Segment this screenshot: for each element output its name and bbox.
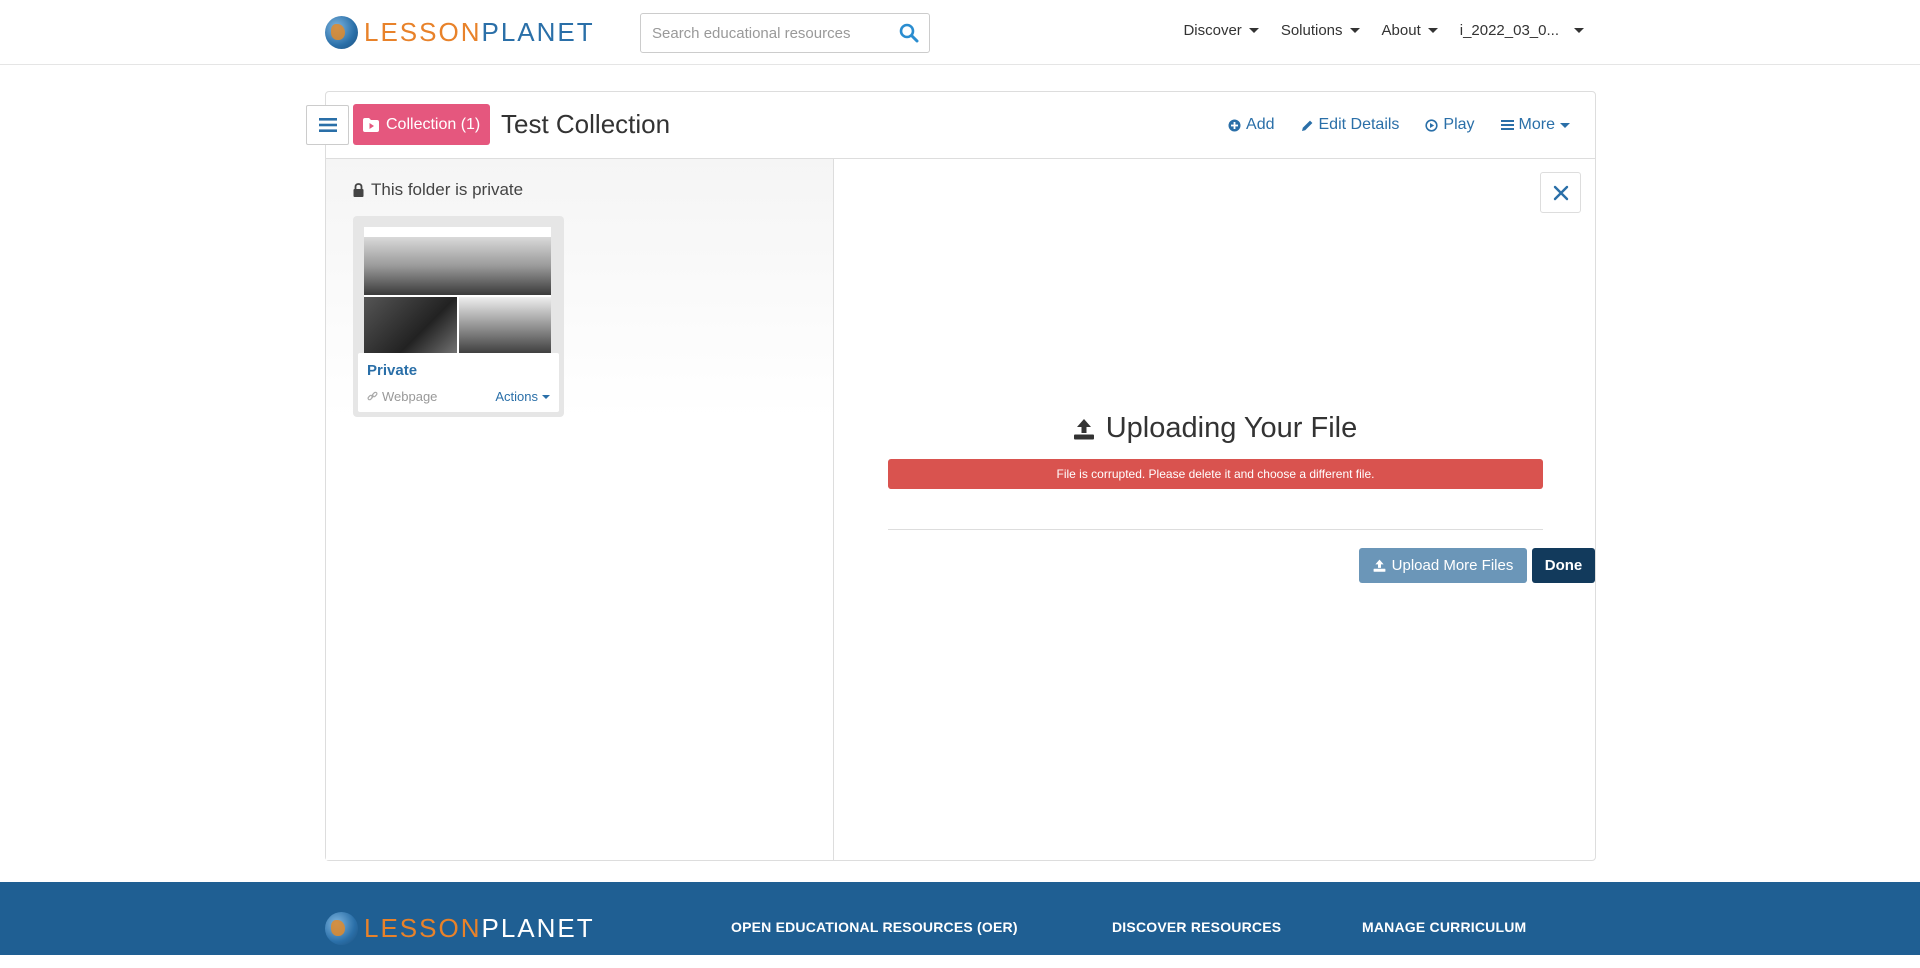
footer-link-review-process[interactable]: Our Review Process: [1112, 952, 1240, 968]
lock-icon: [353, 183, 364, 197]
resource-card[interactable]: Private Webpage Actions: [353, 216, 564, 417]
add-button[interactable]: Add: [1228, 116, 1275, 134]
link-icon: [367, 391, 378, 401]
more-menu-button[interactable]: More: [1500, 116, 1570, 134]
divider: [888, 529, 1543, 530]
footer-link-health[interactable]: Health: [731, 952, 771, 968]
search-icon[interactable]: [889, 14, 929, 52]
nav-about[interactable]: About: [1382, 22, 1438, 39]
caret-down-icon: [1248, 28, 1259, 33]
caret-down-icon: [1349, 28, 1360, 33]
pencil-icon: [1301, 120, 1312, 131]
close-button[interactable]: [1540, 172, 1581, 213]
collection-title: Test Collection: [501, 109, 671, 139]
collection-badge-label: Collection (1): [386, 115, 481, 133]
main-nav: Discover Solutions About i_2022_03_0...: [1183, 22, 1584, 39]
privacy-note: This folder is private: [353, 180, 523, 200]
footer-logo[interactable]: LESSONPLANET: [325, 912, 595, 945]
nav-solutions[interactable]: Solutions: [1281, 22, 1360, 39]
top-navbar: LESSONPLANET Discover Solutions About i_…: [0, 0, 1920, 65]
globe-icon: [325, 912, 358, 945]
collection-header: Collection (1) Test Collection Add Edit …: [306, 92, 1595, 159]
upload-icon: [1373, 559, 1386, 572]
collection-actions: Add Edit Details Play More: [1228, 116, 1570, 134]
close-icon: [1553, 185, 1568, 200]
footer-link-edit-collection[interactable]: Edit a Collection: [1362, 952, 1463, 968]
footer-heading-manage: MANAGE CURRICULUM: [1362, 919, 1527, 935]
caret-down-icon: [542, 394, 550, 399]
error-alert: File is corrupted. Please delete it and …: [888, 459, 1543, 489]
logo-text-planet: PLANET: [481, 17, 595, 47]
sidebar-toggle-button[interactable]: [306, 105, 349, 145]
plus-circle-icon: [1228, 119, 1241, 131]
upload-more-files-button[interactable]: Upload More Files: [1359, 548, 1527, 583]
caret-down-icon: [1574, 28, 1584, 33]
resource-actions-dropdown[interactable]: Actions: [495, 389, 550, 404]
folder-play-icon: [363, 117, 379, 132]
play-button[interactable]: Play: [1425, 116, 1475, 134]
search-input[interactable]: [641, 14, 889, 52]
upload-pane: Uploading Your File File is corrupted. P…: [835, 159, 1595, 860]
resource-type: Webpage: [367, 389, 437, 404]
caret-down-icon: [1560, 122, 1570, 128]
site-footer: LESSONPLANET OPEN EDUCATIONAL RESOURCES …: [0, 882, 1920, 968]
upload-icon: [1073, 418, 1094, 439]
footer-heading-discover: DISCOVER RESOURCES: [1112, 919, 1282, 935]
done-button[interactable]: Done: [1532, 548, 1595, 583]
collection-panel: Collection (1) Test Collection Add Edit …: [306, 91, 1596, 861]
list-icon: [1500, 120, 1514, 130]
lessonplanet-logo[interactable]: LESSONPLANET: [325, 16, 595, 49]
play-circle-icon: [1425, 118, 1439, 132]
nav-user-menu[interactable]: i_2022_03_0...: [1460, 22, 1584, 39]
search-box: [640, 13, 930, 53]
footer-heading-oer: OPEN EDUCATIONAL RESOURCES (OER): [731, 919, 1018, 935]
upload-heading: Uploading Your File: [835, 412, 1595, 445]
collection-items-pane: This folder is private Private Webpage A…: [326, 159, 834, 860]
caret-down-icon: [1427, 28, 1438, 33]
globe-icon: [325, 16, 358, 49]
resource-thumbnail[interactable]: [364, 227, 551, 363]
nav-discover[interactable]: Discover: [1183, 22, 1259, 39]
hamburger-icon: [318, 118, 337, 132]
edit-details-button[interactable]: Edit Details: [1301, 116, 1399, 134]
resource-title-link[interactable]: Private: [367, 362, 417, 379]
collection-badge-button[interactable]: Collection (1): [353, 104, 491, 145]
resource-card-body: Private Webpage Actions: [358, 353, 559, 412]
logo-text-lesson: LESSON: [364, 17, 482, 47]
footer-link-science[interactable]: Science: [905, 952, 955, 968]
